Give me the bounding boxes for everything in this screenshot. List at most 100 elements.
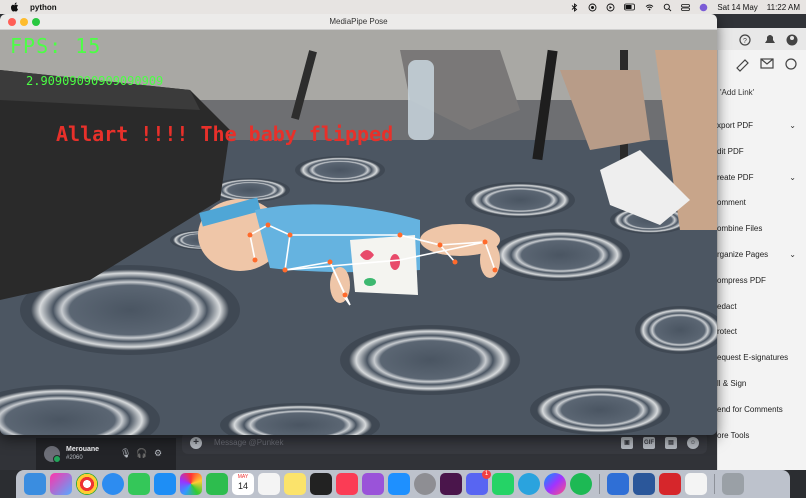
photos-icon[interactable] (180, 473, 202, 495)
sign-icon (736, 59, 749, 72)
acrobat-tool-item[interactable]: rganize Pages ⌄ (717, 250, 806, 259)
acrobat-tool-item[interactable]: omment (717, 198, 806, 207)
messages-icon[interactable] (128, 473, 150, 495)
wifi-icon[interactable] (645, 3, 654, 11)
message-placeholder: Message @Punkek (214, 438, 284, 447)
acrobat-tool-item[interactable]: ll & Sign (717, 379, 806, 388)
gift-icon[interactable]: ▣ (621, 437, 633, 449)
acrobat-tool-label: ompress PDF (717, 275, 766, 285)
acrobat-tool-item[interactable]: edact (717, 302, 806, 311)
search-icon[interactable] (663, 3, 672, 12)
acrobat-tool-label: end for Comments (717, 404, 783, 414)
spotify-icon[interactable] (570, 473, 592, 495)
acrobat-tool-label: dit PDF (717, 146, 744, 156)
share-user-icon (785, 58, 797, 70)
window-titlebar[interactable]: MediaPipe Pose (0, 14, 717, 30)
acrobat-tool-label: ombine Files (717, 224, 763, 234)
acrobat-tool-item[interactable]: end for Comments (717, 405, 806, 414)
gif-button[interactable]: GIF (643, 437, 655, 449)
calendar-month: MAY (237, 474, 249, 480)
acrobat-tool-item[interactable]: ombine Files (717, 224, 806, 233)
menu-time[interactable]: 11:22 AM (767, 3, 800, 12)
alert-message: Allart !!!! The baby flipped (56, 122, 394, 146)
telegram-icon[interactable] (518, 473, 540, 495)
acrobat-tool-label: ore Tools (717, 430, 750, 440)
window-title: MediaPipe Pose (329, 17, 388, 26)
chrome-icon[interactable] (76, 473, 98, 495)
music-icon[interactable] (336, 473, 358, 495)
mute-mic-icon[interactable]: 🎙 (120, 448, 131, 459)
avatar[interactable] (44, 446, 61, 463)
acrobat-tool-item[interactable]: equest E-signatures (717, 353, 806, 362)
acrobat-tool-item[interactable]: dit PDF (717, 147, 806, 156)
dock: MAY 14 1 (16, 470, 790, 498)
siri-icon[interactable] (699, 3, 708, 12)
word-icon[interactable] (633, 473, 655, 495)
camera-feed (0, 30, 717, 435)
mail-icon[interactable] (154, 473, 176, 495)
system-preferences-icon[interactable] (414, 473, 436, 495)
discord-icon[interactable]: 1 (466, 470, 491, 495)
menu-bar: python Sat 14 May 11:22 AM (0, 0, 806, 14)
acrobat-tool-label: edact (717, 301, 737, 311)
acrobat-tool-item[interactable]: ompress PDF (717, 276, 806, 285)
add-attachment-icon[interactable]: + (190, 437, 202, 449)
menu-date[interactable]: Sat 14 May (717, 3, 757, 12)
chevron-down-icon[interactable]: ⌄ (789, 121, 796, 130)
preview-icon[interactable] (607, 473, 629, 495)
acrobat-icon-row (717, 54, 806, 74)
messenger-icon[interactable] (544, 473, 566, 495)
whatsapp-icon[interactable] (492, 473, 514, 495)
acrobat-tool-item[interactable]: reate PDF ⌄ (717, 173, 806, 182)
app-menu[interactable]: python (30, 3, 57, 12)
discord-user-panel[interactable]: Merouane #2060 🎙 🎧 ⚙ (36, 438, 176, 470)
acrobat-tool-label: equest E-signatures (717, 353, 789, 363)
acrobat-tool-label: xport PDF (717, 121, 754, 130)
user-tag: #2060 (66, 455, 83, 461)
battery-icon[interactable] (624, 3, 636, 11)
calendar-icon[interactable]: MAY 14 (232, 473, 254, 495)
bluetooth-icon[interactable] (570, 3, 579, 12)
acrobat-toolbar: ? (717, 28, 806, 50)
discord-badge: 1 (482, 470, 491, 479)
dock-separator (714, 474, 715, 494)
chevron-down-icon[interactable]: ⌄ (789, 250, 796, 259)
fps-readout: FPS: 15 (10, 34, 102, 58)
acrobat-tool-item[interactable]: xport PDF ⌄ (717, 121, 806, 130)
bell-icon (765, 35, 775, 43)
facetime-icon[interactable] (206, 473, 228, 495)
sticker-icon[interactable]: ▤ (665, 437, 677, 449)
reminders-icon[interactable] (258, 473, 280, 495)
calendar-day: 14 (237, 481, 248, 491)
safari-icon[interactable] (102, 473, 124, 495)
trash-icon[interactable] (722, 473, 744, 495)
dock-separator (599, 474, 600, 494)
acrobat-tool-item[interactable]: ore Tools (717, 431, 806, 440)
acrobat-tool-label: omment (717, 198, 746, 208)
fps-value: 2.90909090909090909 (26, 74, 164, 88)
headphones-icon[interactable]: 🎧 (136, 448, 147, 459)
acrobat-tool-label: reate PDF (717, 172, 754, 182)
app-store-icon[interactable] (388, 473, 410, 495)
notes-icon[interactable] (284, 473, 306, 495)
podcasts-icon[interactable] (362, 473, 384, 495)
message-input[interactable]: + Message @Punkek ▣ GIF ▤ ☺ (182, 432, 707, 454)
emoji-icon[interactable]: ☺ (687, 437, 699, 449)
slack-icon[interactable] (440, 473, 462, 495)
acrobat-tool-item[interactable]: rotect (717, 327, 806, 336)
acrobat-tool-label: rganize Pages (717, 250, 769, 259)
add-link-item[interactable]: 'Add Link' (720, 88, 754, 97)
control-center-icon[interactable] (681, 3, 691, 11)
terminal-icon[interactable] (310, 473, 332, 495)
document-icon[interactable] (685, 473, 707, 495)
chevron-down-icon[interactable]: ⌄ (789, 173, 796, 182)
launchpad-icon[interactable] (50, 473, 72, 495)
settings-gear-icon[interactable]: ⚙ (154, 448, 162, 459)
play-icon[interactable] (606, 3, 615, 12)
acrobat-tool-label: ll & Sign (717, 379, 747, 388)
apple-icon[interactable] (10, 2, 20, 12)
record-icon[interactable] (588, 3, 597, 12)
svg-text:?: ? (743, 38, 747, 45)
finder-icon[interactable] (24, 473, 46, 495)
acrobat-icon[interactable] (659, 473, 681, 495)
